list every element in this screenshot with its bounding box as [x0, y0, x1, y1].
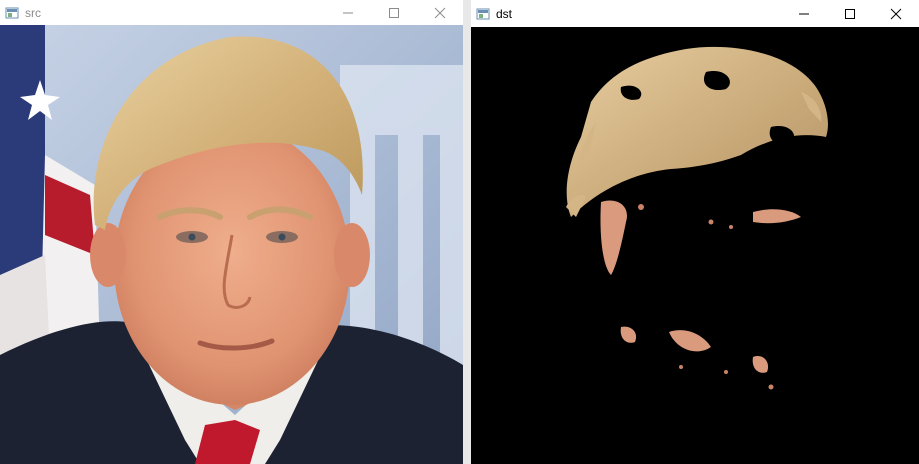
- minimize-button[interactable]: [325, 0, 371, 25]
- minimize-icon: [799, 13, 809, 14]
- src-image: [0, 25, 463, 464]
- window-gap: [463, 0, 471, 464]
- close-button[interactable]: [873, 0, 919, 27]
- maximize-icon: [845, 8, 855, 19]
- minimize-button[interactable]: [781, 0, 827, 27]
- dst-titlebar[interactable]: dst: [471, 0, 919, 27]
- src-titlebar[interactable]: src: [0, 0, 463, 25]
- dst-window-title: dst: [496, 6, 513, 21]
- window-app-icon: [476, 7, 490, 21]
- dst-window: dst: [471, 0, 919, 464]
- close-icon: [890, 8, 902, 19]
- window-app-icon: [5, 6, 19, 20]
- maximize-icon: [389, 7, 399, 18]
- close-icon: [434, 7, 446, 18]
- maximize-button[interactable]: [827, 0, 873, 27]
- close-button[interactable]: [417, 0, 463, 25]
- minimize-icon: [343, 12, 353, 13]
- src-window: src: [0, 0, 464, 464]
- src-window-title: src: [25, 5, 41, 20]
- maximize-button[interactable]: [371, 0, 417, 25]
- dst-image: [471, 27, 919, 464]
